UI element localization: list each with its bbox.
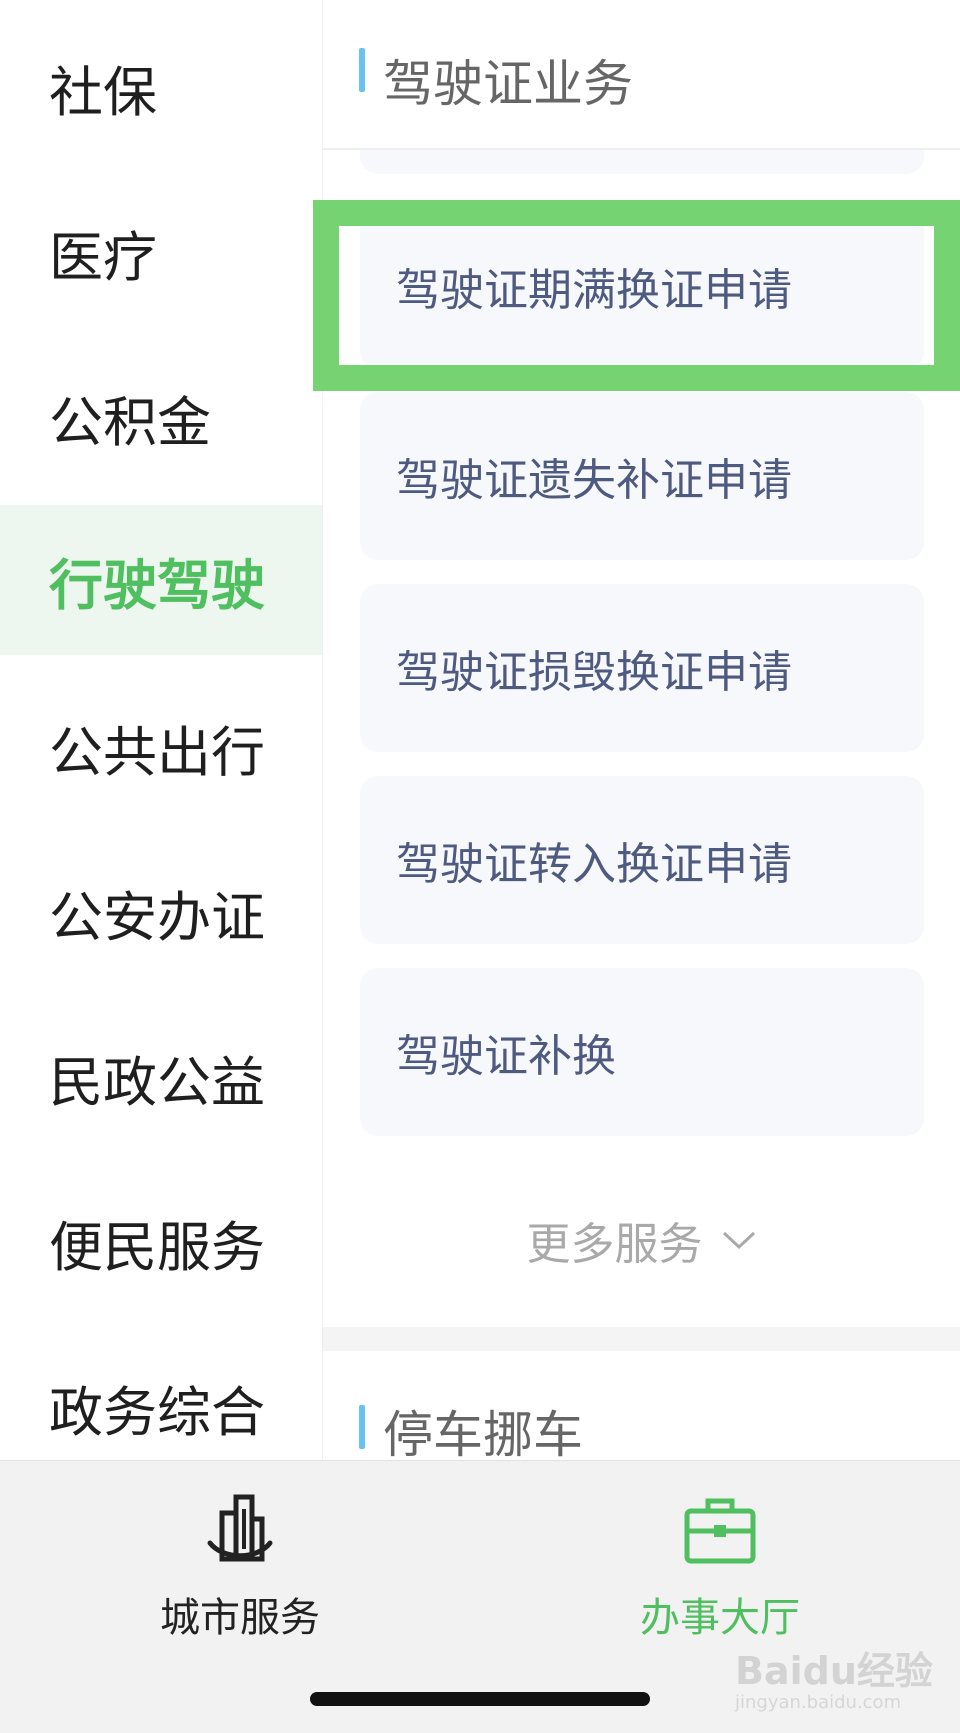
sidebar-item-label: 公积金 — [49, 390, 211, 454]
sidebar-item-label: 民政公益 — [49, 1050, 265, 1114]
service-card-reissue[interactable]: 驾驶证补换 — [360, 968, 924, 1136]
sidebar-item-medical[interactable]: 医疗 — [0, 177, 322, 327]
section-accent-bar — [359, 48, 365, 92]
sidebar-item-label: 公安办证 — [49, 885, 265, 949]
section-header-driver-license: 驾驶证业务 — [323, 0, 960, 150]
tab-service-hall[interactable]: 办事大厅 — [570, 1491, 870, 1641]
watermark-url: jingyan.baidu.com — [735, 1692, 902, 1713]
home-indicator[interactable] — [310, 1692, 650, 1706]
service-label: 驾驶证损毁换证申请 — [396, 647, 792, 698]
service-card-expiry-renewal[interactable]: 驾驶证期满换证申请 — [360, 202, 924, 370]
sidebar-item-label: 医疗 — [49, 225, 157, 289]
tab-label: 办事大厅 — [640, 1595, 800, 1641]
tab-label: 城市服务 — [160, 1595, 320, 1641]
sidebar-item-social-security[interactable]: 社保 — [0, 12, 322, 162]
briefcase-icon — [684, 1498, 756, 1564]
baidu-jingyan-watermark: Baidu经验 jingyan.baidu.com — [735, 1640, 933, 1716]
sidebar-item-civil-affairs[interactable]: 民政公益 — [0, 1002, 322, 1152]
service-label: 驾驶证期满换证申请 — [396, 265, 792, 316]
service-card-lost-replacement[interactable]: 驾驶证遗失补证申请 — [360, 392, 924, 560]
sidebar-item-driving[interactable]: 行驶驾驶 — [0, 505, 322, 655]
sidebar-item-label: 政务综合 — [49, 1380, 265, 1444]
city-buildings-icon — [207, 1494, 273, 1562]
sidebar-item-label: 行驶驾驶 — [49, 553, 265, 617]
section-title: 停车挪车 — [383, 1406, 583, 1464]
sidebar-item-label: 公共出行 — [49, 720, 265, 784]
more-services-label: 更多服务 — [526, 1219, 703, 1270]
more-services-button[interactable]: 更多服务 — [323, 1200, 960, 1280]
service-list-panel: 驾驶证业务 驾驶证期满换证申请 驾驶证遗失补证申请 驾驶证损毁换证申请 驾驶证转… — [323, 0, 960, 1464]
service-card-transfer-in[interactable]: 驾驶证转入换证申请 — [360, 776, 924, 944]
tab-city-services[interactable]: 城市服务 — [90, 1491, 390, 1641]
sidebar-item-label: 社保 — [49, 60, 157, 124]
section-gap — [323, 1327, 960, 1351]
chevron-down-icon — [722, 1231, 755, 1250]
sidebar-item-public-transit[interactable]: 公共出行 — [0, 672, 322, 822]
section-title: 驾驶证业务 — [383, 55, 633, 113]
section-header-parking: 停车挪车 — [323, 1351, 960, 1464]
section-accent-bar — [359, 1405, 365, 1449]
watermark-brand: Baidu经验 — [735, 1649, 933, 1693]
service-label: 驾驶证遗失补证申请 — [396, 455, 792, 506]
category-sidebar: 社保 医疗 公积金 行驶驾驶 公共出行 公安办证 民政公益 便民服务 政务综合 — [0, 0, 323, 1460]
service-card-damaged-replacement[interactable]: 驾驶证损毁换证申请 — [360, 584, 924, 752]
partial-service-card[interactable] — [360, 150, 924, 174]
service-label: 驾驶证转入换证申请 — [396, 839, 792, 890]
sidebar-item-label: 便民服务 — [49, 1215, 265, 1279]
sidebar-item-police-documents[interactable]: 公安办证 — [0, 837, 322, 987]
sidebar-item-housing-fund[interactable]: 公积金 — [0, 342, 322, 492]
sidebar-item-convenience-services[interactable]: 便民服务 — [0, 1167, 322, 1317]
service-label: 驾驶证补换 — [396, 1031, 616, 1082]
